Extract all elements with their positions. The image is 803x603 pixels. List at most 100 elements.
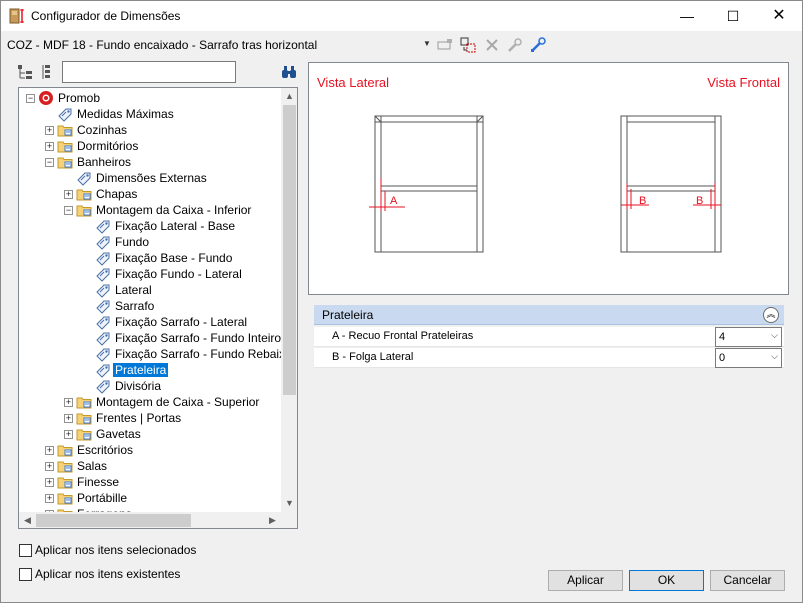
minimize-button[interactable]: — bbox=[664, 1, 710, 31]
scroll-down-icon[interactable]: ▼ bbox=[281, 495, 297, 512]
binoculars-icon[interactable] bbox=[281, 65, 297, 79]
tree-item[interactable]: Fixação Sarrafo - Fundo Inteiro bbox=[95, 330, 281, 346]
dropdown-arrow-icon: ▼ bbox=[423, 39, 431, 48]
apply-selected-checkbox[interactable] bbox=[19, 544, 32, 557]
delete-icon[interactable] bbox=[483, 36, 501, 54]
tree-item[interactable]: Lateral bbox=[95, 282, 154, 298]
tools-icon[interactable] bbox=[506, 36, 524, 54]
tag-icon bbox=[95, 362, 113, 378]
expand-icon[interactable]: + bbox=[64, 430, 73, 439]
apply-existing-checkbox[interactable] bbox=[19, 568, 32, 581]
close-button[interactable]: ✕ bbox=[756, 1, 802, 31]
tree-item[interactable]: Gavetas bbox=[76, 426, 143, 442]
expand-icon[interactable]: + bbox=[45, 126, 54, 135]
expand-icon[interactable]: + bbox=[64, 398, 73, 407]
tree-item[interactable]: Fixação Sarrafo - Lateral bbox=[95, 314, 249, 330]
tree-item[interactable]: Dimensões Externas bbox=[76, 170, 209, 186]
collapse-icon[interactable]: − bbox=[45, 158, 54, 167]
tree-item-label: Gavetas bbox=[96, 427, 141, 441]
item-selector-combo[interactable]: COZ - MDF 18 - Fundo encaixado - Sarrafo… bbox=[7, 36, 433, 54]
tree-item[interactable]: Divisória bbox=[95, 378, 163, 394]
tree-item[interactable]: Portábille bbox=[57, 490, 129, 506]
expand-icon[interactable]: + bbox=[64, 190, 73, 199]
tree-item[interactable]: Escritórios bbox=[57, 442, 135, 458]
tree-item[interactable]: Salas bbox=[57, 458, 109, 474]
apply-existing-label: Aplicar nos itens existentes bbox=[35, 567, 181, 581]
tree-vertical-scrollbar[interactable]: ▲ ▼ bbox=[281, 88, 297, 512]
tree-item-label: Cozinhas bbox=[77, 123, 128, 137]
expand-icon[interactable]: + bbox=[45, 494, 54, 503]
scroll-thumb[interactable] bbox=[283, 105, 296, 395]
collapse-icon[interactable]: − bbox=[64, 206, 73, 215]
edit-icon[interactable] bbox=[529, 36, 547, 54]
tree-item[interactable]: Fixação Sarrafo - Fundo Rebaixado bbox=[95, 346, 281, 362]
collapse-icon[interactable]: − bbox=[26, 94, 35, 103]
scroll-up-icon[interactable]: ▲ bbox=[281, 88, 297, 105]
tag-icon bbox=[95, 282, 113, 298]
item-selector-value: COZ - MDF 18 - Fundo encaixado - Sarrafo… bbox=[7, 38, 318, 52]
tree-item-label: Portábille bbox=[77, 491, 128, 505]
expand-all-icon[interactable] bbox=[17, 63, 35, 81]
tag-icon bbox=[95, 266, 113, 282]
tree-item[interactable]: Sarrafo bbox=[95, 298, 156, 314]
tree-item-label: Prateleira bbox=[113, 363, 169, 377]
maximize-button[interactable]: ☐ bbox=[710, 1, 756, 31]
folder-icon bbox=[57, 474, 75, 490]
expand-icon[interactable]: + bbox=[64, 414, 73, 423]
dimension-preview-panel: Vista Lateral Vista Frontal A B B bbox=[308, 62, 789, 295]
tree-item-label: Fundo bbox=[115, 235, 150, 249]
collapse-section-icon[interactable]: ︽ bbox=[763, 307, 779, 323]
expand-icon[interactable]: + bbox=[45, 142, 54, 151]
tree-item-label: Divisória bbox=[115, 379, 162, 393]
tree-item[interactable]: Medidas Máximas bbox=[57, 106, 176, 122]
tree-item[interactable]: Montagem de Caixa - Superior bbox=[76, 394, 261, 410]
folder-icon bbox=[57, 458, 75, 474]
chevron-down-icon: ⌵ bbox=[771, 351, 778, 361]
tree-item[interactable]: Finesse bbox=[57, 474, 121, 490]
tree-item-label: Fixação Sarrafo - Fundo Rebaixado bbox=[115, 347, 281, 361]
tree-item-label: Escritórios bbox=[77, 443, 134, 457]
property-value-select[interactable]: 0 ⌵ bbox=[715, 348, 782, 368]
expand-icon[interactable]: + bbox=[45, 478, 54, 487]
tree-horizontal-scrollbar[interactable]: ◀ ▶ bbox=[19, 512, 281, 528]
tree-item[interactable]: Promob bbox=[38, 90, 102, 106]
property-name: B - Folga Lateral bbox=[332, 351, 414, 363]
tree-item[interactable]: Prateleira bbox=[95, 362, 169, 378]
copy-dimensions-icon[interactable] bbox=[436, 36, 454, 54]
tree-item[interactable]: Cozinhas bbox=[57, 122, 129, 138]
property-value-select[interactable]: 4 ⌵ bbox=[715, 327, 782, 347]
tree-item[interactable]: Frentes | Portas bbox=[76, 410, 183, 426]
category-tree[interactable]: − Promob Medidas Máximas + Cozinhas + Dormitór… bbox=[18, 87, 298, 529]
expand-icon[interactable]: + bbox=[45, 462, 54, 471]
scroll-thumb-horizontal[interactable] bbox=[36, 514, 191, 527]
tree-item[interactable]: Fixação Fundo - Lateral bbox=[95, 266, 244, 282]
expand-icon[interactable]: + bbox=[45, 446, 54, 455]
tree-item-label: Fixação Lateral - Base bbox=[115, 219, 236, 233]
property-section-header[interactable]: Prateleira ︽ bbox=[314, 305, 784, 325]
tag-icon bbox=[95, 378, 113, 394]
scroll-right-icon[interactable]: ▶ bbox=[264, 512, 281, 528]
dimension-b-label-right: B bbox=[696, 195, 703, 207]
front-view-cabinet bbox=[620, 115, 722, 253]
cancel-button[interactable]: Cancelar bbox=[710, 570, 785, 591]
tree-item[interactable]: Fixação Base - Fundo bbox=[95, 250, 234, 266]
paste-dimensions-icon[interactable] bbox=[459, 36, 477, 54]
tag-icon bbox=[57, 106, 75, 122]
tree-item[interactable]: Fundo bbox=[95, 234, 151, 250]
tree-search-input[interactable] bbox=[62, 61, 236, 83]
folder-icon bbox=[57, 138, 75, 154]
tree-item[interactable]: Chapas bbox=[76, 186, 139, 202]
tree-item[interactable]: Banheiros bbox=[57, 154, 133, 170]
ok-button[interactable]: OK bbox=[629, 570, 704, 591]
collapse-all-icon[interactable] bbox=[39, 63, 57, 81]
scroll-left-icon[interactable]: ◀ bbox=[19, 512, 36, 528]
tag-icon bbox=[95, 234, 113, 250]
dimension-configurator-window: Configurador de Dimensões — ☐ ✕ COZ - MD… bbox=[0, 0, 803, 603]
apply-button[interactable]: Aplicar bbox=[548, 570, 623, 591]
tree-item[interactable]: Fixação Lateral - Base bbox=[95, 218, 237, 234]
folder-icon bbox=[57, 122, 75, 138]
tree-item[interactable]: Dormitórios bbox=[57, 138, 140, 154]
dimension-a-label: A bbox=[390, 195, 398, 207]
tree-content: − Promob Medidas Máximas + Cozinhas + Dormitór… bbox=[19, 88, 281, 512]
tree-item[interactable]: Montagem da Caixa - Inferior bbox=[76, 202, 253, 218]
